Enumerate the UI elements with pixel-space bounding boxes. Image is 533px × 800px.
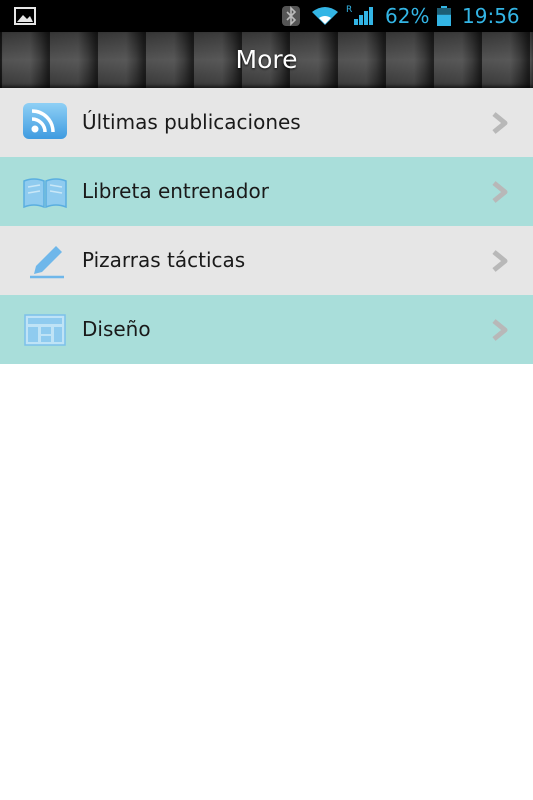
chevron-right-icon — [492, 181, 508, 203]
menu-list: Últimas publicaciones Libreta entrenador… — [0, 88, 533, 364]
menu-item-label: Últimas publicaciones — [82, 110, 301, 134]
page-title: More — [235, 45, 298, 74]
menu-item-label: Pizarras tácticas — [82, 248, 246, 272]
chevron-right-icon — [492, 250, 508, 272]
pencil-icon — [30, 246, 64, 279]
menu-item-label: Diseño — [82, 317, 151, 341]
layout-grid-icon — [24, 314, 66, 346]
menu-item-pizarras-tacticas[interactable]: Pizarras tácticas — [0, 226, 533, 295]
svg-text:R: R — [346, 5, 352, 15]
gallery-icon — [14, 7, 36, 25]
bluetooth-icon — [282, 6, 300, 26]
menu-item-ultimas-publicaciones[interactable]: Últimas publicaciones — [0, 88, 533, 157]
battery-percent: 62% — [385, 4, 430, 28]
status-bar: R 62% 19:56 — [0, 0, 533, 32]
signal-icon: R — [346, 5, 373, 25]
menu-item-diseno[interactable]: Diseño — [0, 295, 533, 364]
wifi-icon — [312, 7, 338, 25]
action-bar: More — [0, 32, 533, 88]
menu-item-label: Libreta entrenador — [82, 179, 269, 203]
book-icon — [23, 178, 67, 209]
battery-icon — [437, 6, 451, 26]
chevron-right-icon — [492, 112, 508, 134]
clock: 19:56 — [462, 4, 520, 28]
menu-item-libreta-entrenador[interactable]: Libreta entrenador — [0, 157, 533, 226]
chevron-right-icon — [492, 319, 508, 341]
rss-icon — [23, 103, 67, 139]
